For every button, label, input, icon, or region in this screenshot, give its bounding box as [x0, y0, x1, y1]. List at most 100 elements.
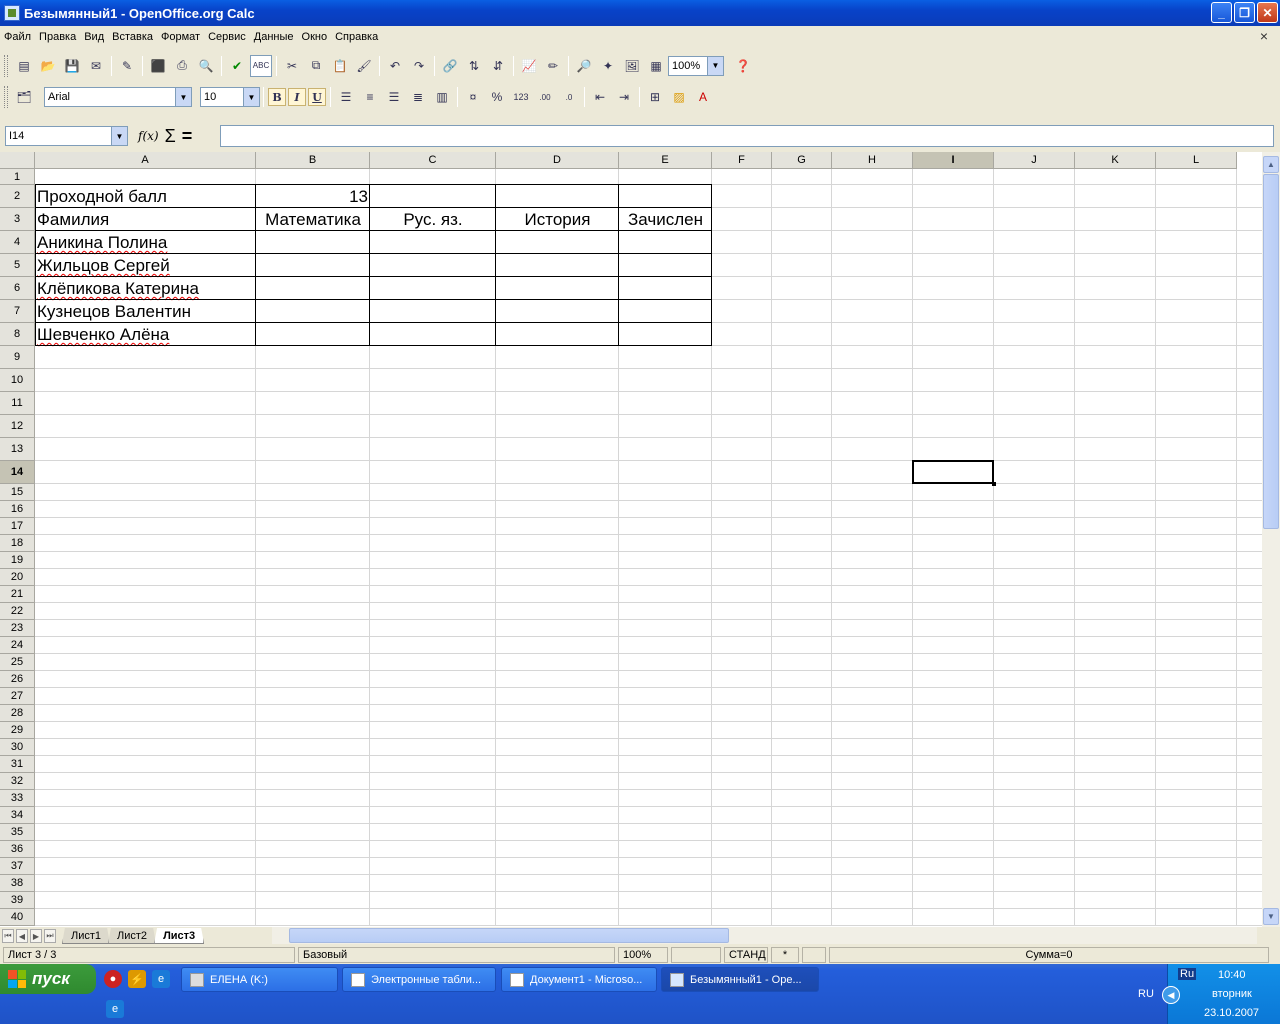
- currency-format-icon[interactable]: ¤: [462, 86, 484, 108]
- cell-b3[interactable]: Математика: [256, 208, 370, 231]
- underline-button[interactable]: U: [308, 88, 326, 106]
- align-center-icon[interactable]: ≡: [359, 86, 381, 108]
- chart-icon[interactable]: 📈: [518, 55, 540, 77]
- name-box[interactable]: I14 ▼: [5, 126, 128, 146]
- paste-icon[interactable]: 📋: [329, 55, 351, 77]
- standard-format-icon[interactable]: 123: [510, 86, 532, 108]
- menu-edit[interactable]: Правка: [35, 31, 80, 43]
- cell-a4[interactable]: Аникина Полина: [35, 231, 256, 254]
- gallery-icon[interactable]: 🖼: [621, 55, 643, 77]
- calc-app-icon[interactable]: [4, 5, 20, 21]
- row-header-3[interactable]: 3: [0, 208, 35, 231]
- cell-a8[interactable]: Шевченко Алёна: [35, 323, 256, 346]
- task-calc[interactable]: Безымянный1 - Ope...: [661, 967, 819, 992]
- select-all-corner[interactable]: [0, 152, 35, 169]
- row-header-31[interactable]: 31: [0, 756, 35, 773]
- cell-a7[interactable]: Кузнецов Валентин: [35, 300, 256, 323]
- cell-b2[interactable]: 13: [256, 185, 370, 208]
- menu-tools[interactable]: Сервис: [204, 31, 250, 43]
- borders-icon[interactable]: ⊞: [644, 86, 666, 108]
- column-header-i[interactable]: I: [913, 152, 994, 169]
- function-wizard-icon[interactable]: f(x): [138, 129, 159, 143]
- export-pdf-icon[interactable]: ⬛: [147, 55, 169, 77]
- row-header-12[interactable]: 12: [0, 415, 35, 438]
- menu-view[interactable]: Вид: [80, 31, 108, 43]
- add-decimal-icon[interactable]: .00: [534, 86, 556, 108]
- cell-a6[interactable]: Клёпикова Катерина: [35, 277, 256, 300]
- italic-button[interactable]: I: [288, 88, 306, 106]
- scroll-up-icon[interactable]: ▲: [1263, 156, 1279, 173]
- status-page-style[interactable]: Базовый: [298, 947, 615, 963]
- horizontal-scroll-thumb[interactable]: [289, 928, 729, 943]
- row-header-14[interactable]: 14: [0, 461, 35, 484]
- merge-cells-icon[interactable]: ▥: [431, 86, 453, 108]
- new-document-icon[interactable]: ▤: [13, 55, 35, 77]
- bold-button[interactable]: B: [268, 88, 286, 106]
- copy-icon[interactable]: ⧉: [305, 55, 327, 77]
- autospellcheck-icon[interactable]: ABC: [250, 54, 272, 77]
- align-left-icon[interactable]: ☰: [335, 86, 357, 108]
- column-header-k[interactable]: K: [1075, 152, 1156, 169]
- opera-icon[interactable]: ●: [104, 970, 122, 988]
- formula-input[interactable]: [220, 125, 1274, 147]
- sheet-tab-1[interactable]: Лист1: [62, 928, 111, 944]
- column-header-e[interactable]: E: [619, 152, 712, 169]
- row-header-34[interactable]: 34: [0, 807, 35, 824]
- row-header-39[interactable]: 39: [0, 892, 35, 909]
- start-button[interactable]: пуск: [0, 964, 96, 994]
- row-header-21[interactable]: 21: [0, 586, 35, 603]
- row-header-16[interactable]: 16: [0, 501, 35, 518]
- row-header-29[interactable]: 29: [0, 722, 35, 739]
- row-header-25[interactable]: 25: [0, 654, 35, 671]
- sum-icon[interactable]: Σ: [165, 126, 176, 147]
- font-name-combo[interactable]: Arial ▼: [44, 87, 192, 107]
- zoom-combo[interactable]: 100% ▼: [668, 55, 724, 76]
- row-header-23[interactable]: 23: [0, 620, 35, 637]
- ie-small-icon[interactable]: e: [106, 1000, 124, 1018]
- edit-file-icon[interactable]: ✎: [116, 55, 138, 77]
- chevron-down-icon[interactable]: ▼: [175, 88, 191, 106]
- sheet-tab-2[interactable]: Лист2: [108, 928, 157, 944]
- vertical-scrollbar[interactable]: ▲ ▼: [1262, 152, 1280, 927]
- toolbar-grip[interactable]: [4, 54, 8, 77]
- print-preview-icon[interactable]: 🔍: [195, 55, 217, 77]
- row-header-4[interactable]: 4: [0, 231, 35, 254]
- format-paintbrush-icon[interactable]: 🖌: [353, 55, 375, 77]
- menu-file[interactable]: Файл: [0, 31, 35, 43]
- font-color-icon[interactable]: A: [692, 86, 714, 108]
- column-header-c[interactable]: C: [370, 152, 496, 169]
- background-color-icon[interactable]: ▨: [668, 86, 690, 108]
- styles-formatting-icon[interactable]: 🗂: [13, 86, 35, 108]
- justify-icon[interactable]: ≣: [407, 86, 429, 108]
- undo-icon[interactable]: ↶: [384, 55, 406, 77]
- last-sheet-icon[interactable]: ⏭: [44, 929, 56, 943]
- redo-icon[interactable]: ↷: [408, 55, 430, 77]
- cut-icon[interactable]: ✂: [281, 55, 303, 77]
- flashget-icon[interactable]: ⚡: [128, 970, 146, 988]
- row-header-40[interactable]: 40: [0, 909, 35, 926]
- language-badge[interactable]: Ru: [1178, 968, 1197, 980]
- row-header-5[interactable]: 5: [0, 254, 35, 277]
- scroll-down-icon[interactable]: ▼: [1263, 908, 1279, 925]
- align-right-icon[interactable]: ☰: [383, 86, 405, 108]
- find-replace-icon[interactable]: 🔎: [573, 55, 595, 77]
- row-header-32[interactable]: 32: [0, 773, 35, 790]
- prev-sheet-icon[interactable]: ◀: [16, 929, 28, 943]
- vertical-scroll-thumb[interactable]: [1263, 174, 1279, 529]
- column-header-j[interactable]: J: [994, 152, 1075, 169]
- row-header-13[interactable]: 13: [0, 438, 35, 461]
- row-header-15[interactable]: 15: [0, 484, 35, 501]
- decrease-indent-icon[interactable]: ⇤: [589, 86, 611, 108]
- font-size-combo[interactable]: 10 ▼: [200, 87, 260, 107]
- data-sources-icon[interactable]: ▦: [645, 55, 667, 77]
- save-icon[interactable]: 💾: [61, 55, 83, 77]
- row-header-33[interactable]: 33: [0, 790, 35, 807]
- status-signature[interactable]: [802, 947, 826, 963]
- column-header-g[interactable]: G: [772, 152, 832, 169]
- navigator-icon[interactable]: ✦: [597, 55, 619, 77]
- row-header-8[interactable]: 8: [0, 323, 35, 346]
- row-header-35[interactable]: 35: [0, 824, 35, 841]
- language-indicator[interactable]: RU: [1138, 988, 1154, 1000]
- status-selection-mode[interactable]: СТАНД: [724, 947, 768, 963]
- sort-ascending-icon[interactable]: ⇅: [463, 55, 485, 77]
